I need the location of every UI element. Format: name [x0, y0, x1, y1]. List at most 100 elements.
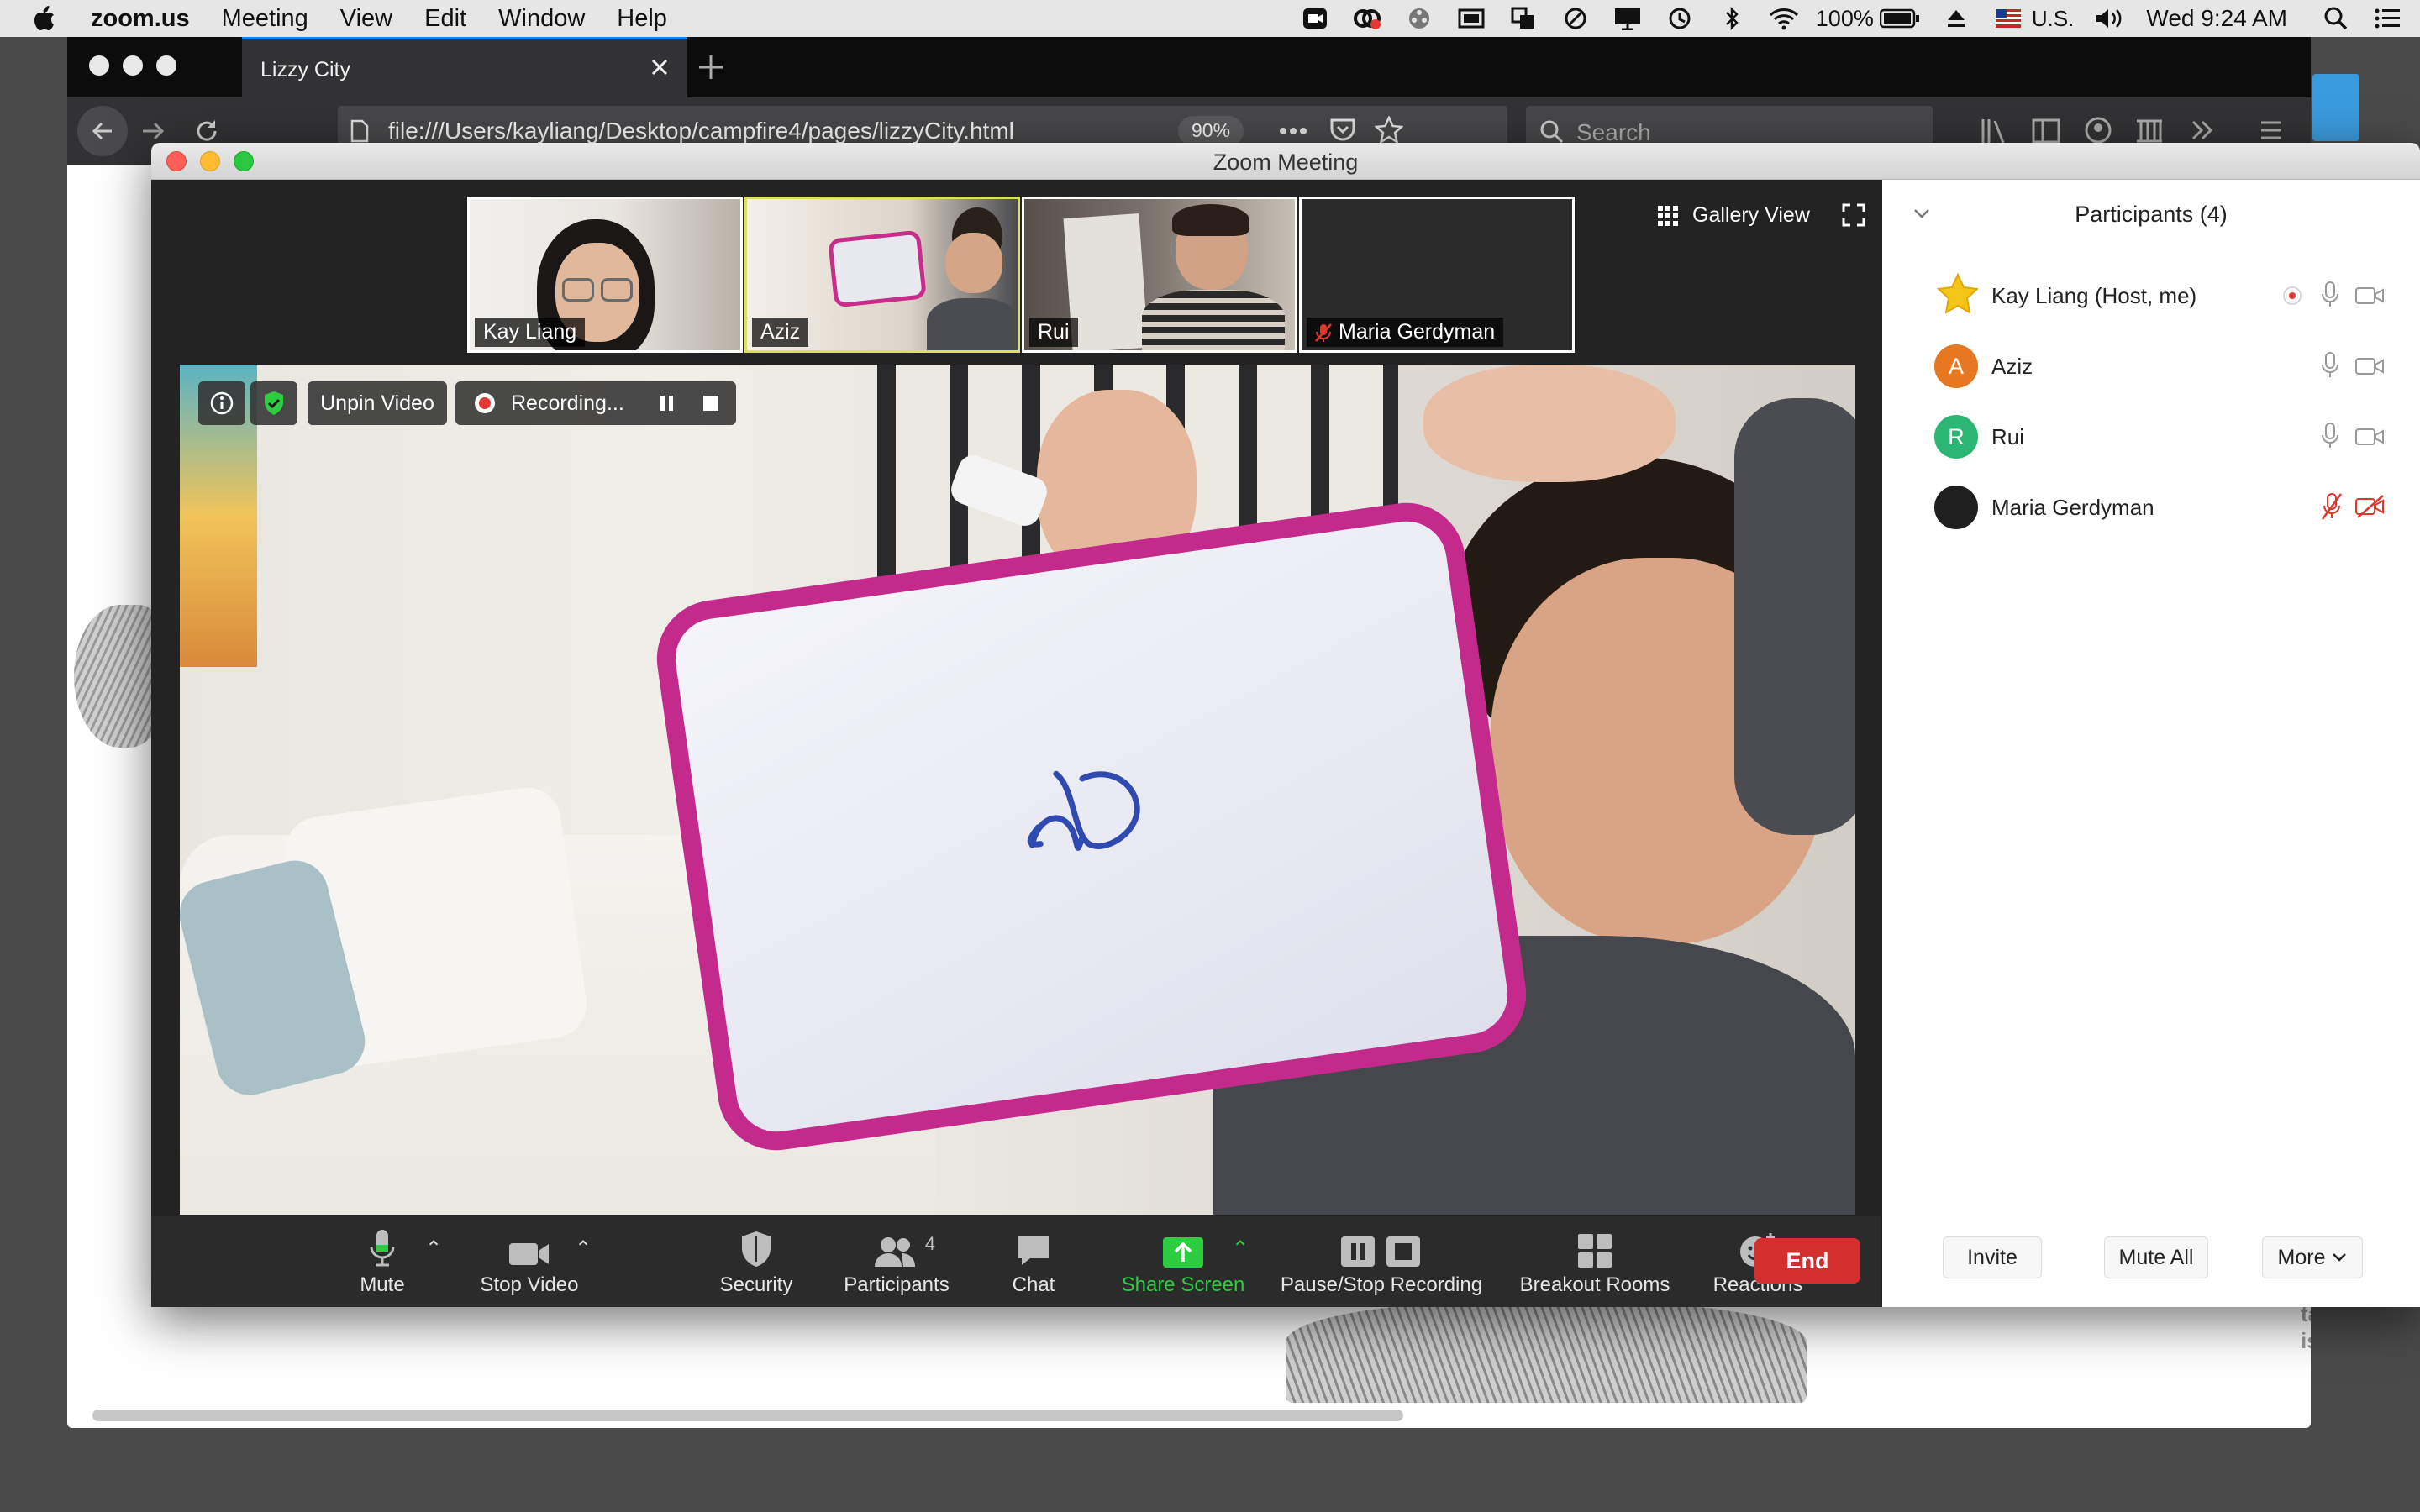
sidebar-icon[interactable] — [2032, 118, 2060, 144]
hamburger-menu-icon[interactable] — [2259, 118, 2284, 143]
mute-all-button[interactable]: Mute All — [2104, 1236, 2208, 1278]
maximize-window-icon[interactable] — [156, 55, 176, 76]
extension-icon[interactable] — [2134, 116, 2165, 144]
recording-label: Recording... — [511, 391, 624, 415]
fullscreen-icon[interactable] — [1842, 203, 1865, 227]
invite-button[interactable]: Invite — [1943, 1236, 2042, 1278]
child-arm — [1734, 398, 1855, 835]
close-window-icon[interactable] — [89, 55, 109, 76]
video-options-caret[interactable]: ⌃ — [575, 1236, 592, 1261]
participant-row-aziz[interactable]: A Aziz — [1882, 331, 2420, 402]
wifi-icon[interactable] — [1767, 6, 1801, 31]
active-speaker-video — [180, 365, 1855, 1215]
do-not-disturb-icon[interactable] — [1559, 6, 1592, 31]
library-icon[interactable] — [1980, 118, 2008, 144]
audio-options-caret[interactable]: ⌃ — [425, 1236, 442, 1261]
new-tab-icon[interactable] — [696, 52, 726, 82]
menu-edit[interactable]: Edit — [424, 5, 466, 33]
participant-mic-icon[interactable] — [2321, 281, 2339, 309]
stop-recording-icon[interactable] — [702, 394, 720, 412]
time-machine-icon[interactable] — [1663, 6, 1697, 31]
microphone-icon — [370, 1230, 395, 1267]
mute-button[interactable]: Mute — [336, 1226, 429, 1302]
back-icon[interactable] — [77, 106, 128, 156]
url-text: file:///Users/kayliang/Desktop/campfire4… — [388, 118, 1014, 144]
input-source-label[interactable]: U.S. — [2032, 6, 2075, 32]
participant-recording-icon — [2282, 286, 2302, 306]
zoom-level-badge[interactable]: 90% — [1178, 116, 1244, 146]
reload-icon[interactable] — [193, 118, 220, 144]
bookmark-star-icon[interactable] — [1375, 116, 1403, 144]
thumbnail-maria-gerdyman[interactable]: Maria Gerdyman — [1299, 197, 1575, 353]
minimize-window-icon[interactable] — [123, 55, 143, 76]
menubar-clock[interactable]: Wed 9:24 AM — [2146, 5, 2287, 32]
participant-row-rui[interactable]: R Rui — [1882, 402, 2420, 472]
muted-mic-icon — [1315, 323, 1332, 342]
film-reel-icon[interactable] — [1402, 6, 1436, 31]
pause-stop-recording-button[interactable]: Pause/Stop Recording — [1270, 1226, 1492, 1302]
participants-button[interactable]: 4 Participants — [832, 1226, 961, 1302]
participant-mic-muted-icon[interactable] — [2321, 492, 2343, 521]
chat-button[interactable]: Chat — [992, 1226, 1076, 1302]
participant-row-kay[interactable]: Kay Liang (Host, me) — [1882, 260, 2420, 331]
meeting-info-button[interactable] — [198, 381, 245, 425]
eject-icon[interactable] — [1939, 6, 1973, 31]
participant-name-kay: Kay Liang (Host, me) — [1991, 282, 2197, 308]
thumbnail-aziz[interactable]: Aziz — [744, 197, 1020, 353]
horizontal-scrollbar[interactable] — [92, 1410, 1403, 1421]
share-options-caret[interactable]: ⌃ — [1232, 1236, 1249, 1261]
more-chevron-down-icon — [2333, 1253, 2347, 1262]
participant-name-aziz: Aziz — [1991, 353, 2033, 379]
copy-icon[interactable] — [1507, 6, 1540, 31]
overflow-chevrons-icon[interactable] — [2190, 118, 2215, 143]
breakout-rooms-button[interactable]: Breakout Rooms — [1511, 1226, 1679, 1302]
account-icon[interactable] — [2084, 116, 2112, 144]
browser-tab-bar: Lizzy City — [67, 37, 2311, 97]
menu-view[interactable]: View — [340, 5, 392, 33]
pocket-icon[interactable] — [1329, 118, 1356, 143]
battery-icon[interactable] — [1879, 6, 1921, 31]
thumbnail-rui[interactable]: Rui — [1022, 197, 1297, 353]
menu-app-name[interactable]: zoom.us — [91, 5, 190, 33]
page-actions-icon[interactable] — [1279, 121, 1307, 141]
participant-row-maria[interactable]: Maria Gerdyman — [1882, 472, 2420, 543]
notification-center-icon[interactable] — [2371, 6, 2405, 31]
participant-video-icon[interactable] — [2354, 356, 2385, 376]
zoom-title-bar: Zoom Meeting — [151, 143, 2420, 180]
video-camera-icon — [509, 1243, 549, 1265]
participant-mic-icon[interactable] — [2321, 422, 2339, 450]
display-icon[interactable] — [1611, 6, 1644, 31]
spotlight-icon[interactable] — [2319, 6, 2353, 31]
zoom-meeting-window: Zoom Meeting Kay Liang Aziz Rui Maria Ge… — [151, 143, 2420, 1307]
encryption-shield-button[interactable] — [250, 381, 297, 425]
gallery-view-button[interactable]: Gallery View — [1657, 203, 1810, 228]
breakout-rooms-icon — [1578, 1234, 1612, 1268]
apple-icon[interactable] — [34, 6, 55, 31]
unpin-video-button[interactable]: Unpin Video — [308, 381, 447, 425]
participant-video-off-icon[interactable] — [2354, 494, 2386, 519]
volume-icon[interactable] — [2092, 6, 2126, 31]
bluetooth-icon[interactable] — [1715, 6, 1749, 31]
participant-video-icon[interactable] — [2354, 427, 2385, 447]
menu-window[interactable]: Window — [498, 5, 585, 33]
page-text-fragment: tally ished — [2301, 1301, 2311, 1353]
window-icon[interactable] — [1455, 6, 1488, 31]
zoom-status-icon[interactable] — [1298, 6, 1332, 31]
menu-meeting[interactable]: Meeting — [222, 5, 308, 33]
participant-mic-icon[interactable] — [2321, 351, 2339, 380]
browser-search-icon — [1539, 119, 1565, 144]
participant-video-icon[interactable] — [2354, 286, 2385, 306]
creative-cloud-icon[interactable] — [1350, 6, 1384, 31]
tab-close-icon[interactable] — [647, 55, 672, 80]
more-button[interactable]: More — [2262, 1236, 2363, 1278]
share-screen-icon — [1163, 1237, 1203, 1268]
browser-tab[interactable]: Lizzy City — [242, 37, 687, 97]
us-flag-icon[interactable] — [1991, 6, 2025, 31]
thumbnail-kay-liang[interactable]: Kay Liang — [467, 197, 743, 353]
menu-help[interactable]: Help — [617, 5, 667, 33]
security-button[interactable]: Security — [706, 1226, 807, 1302]
pause-recording-icon[interactable] — [658, 394, 676, 412]
forward-icon[interactable] — [139, 118, 166, 144]
recording-indicator: Recording... — [455, 381, 736, 425]
end-meeting-button[interactable]: End — [1754, 1238, 1860, 1284]
